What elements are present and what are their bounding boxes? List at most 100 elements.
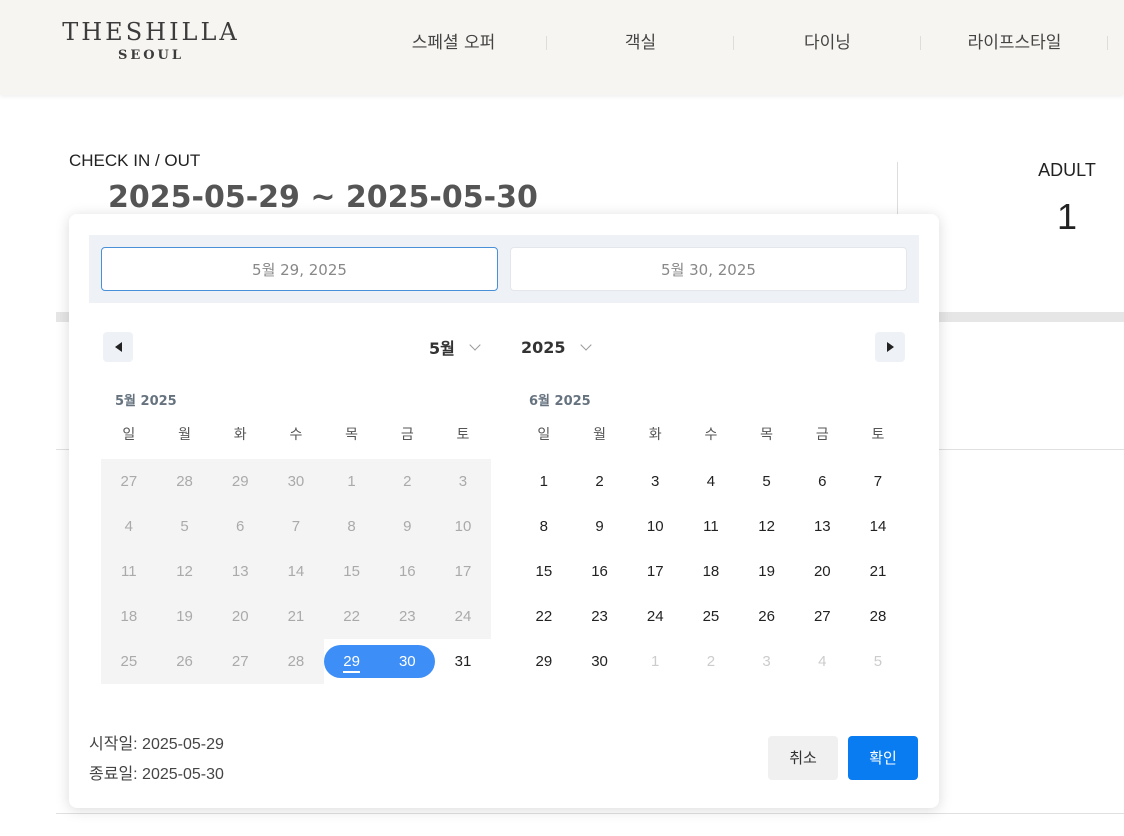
adult-label: ADULT	[1038, 160, 1096, 180]
calendar-day-label: 25	[120, 653, 138, 670]
calendar-day[interactable]: 30	[572, 639, 628, 684]
calendar-day: 27	[212, 639, 269, 684]
calendar-day-label: 3	[762, 653, 771, 670]
calendar-june: 일월화수목금토 1 2 3 4 5 6 7 8 9 10 11 12 13 14 15 16 17 18 19 20 2…	[516, 424, 906, 684]
end-date-summary: 종료일: 2025-05-30	[89, 766, 224, 783]
calendar-day[interactable]: 22	[516, 594, 572, 639]
calendar-day[interactable]: 8	[516, 504, 572, 549]
weekday-label: 월	[178, 427, 191, 443]
calendar-day[interactable]: 6	[794, 459, 850, 504]
month-title-june: 6월 2025	[529, 394, 591, 409]
calendar-day-label: 12	[758, 518, 775, 535]
calendar-day-label: 14	[869, 518, 887, 535]
calendar-day-label: 7	[291, 518, 301, 535]
start-date-field[interactable]: 5월 29, 2025	[101, 247, 498, 291]
calendar-day-label: 5	[180, 518, 189, 535]
calendar-day-label: 21	[869, 563, 887, 580]
calendar-day-label: 22	[535, 608, 553, 625]
calendar-day[interactable]: 2	[572, 459, 628, 504]
calendar-day-label: 14	[287, 563, 305, 580]
caret-right-icon	[886, 342, 894, 352]
calendar-day-label: 30	[287, 473, 305, 490]
calendar-day[interactable]: 18	[683, 549, 739, 594]
weekday-header: 일월화수목금토	[516, 424, 906, 451]
month-title-may: 5월 2025	[115, 394, 177, 409]
calendar-day[interactable]: 14	[850, 504, 906, 549]
month-select[interactable]: 5월	[429, 334, 481, 360]
calendar-day: 29	[212, 459, 269, 504]
calendar-day: 19	[156, 594, 213, 639]
calendar-day[interactable]: 29	[516, 639, 572, 684]
calendar-day[interactable]: 9	[572, 504, 628, 549]
nav-special-offer[interactable]: 스페셜 오퍼	[360, 30, 547, 56]
calendar-day[interactable]: 24	[627, 594, 683, 639]
calendar-day[interactable]: 15	[516, 549, 572, 594]
end-date-field[interactable]: 5월 30, 2025	[510, 247, 907, 291]
calendar-day[interactable]: 1	[516, 459, 572, 504]
calendar-day[interactable]: 5	[739, 459, 795, 504]
calendar-day-label: 13	[231, 563, 249, 580]
next-month-button[interactable]	[875, 332, 905, 362]
calendar-day[interactable]: 23	[572, 594, 628, 639]
nav-dining[interactable]: 다이닝	[734, 30, 921, 56]
calendar-day: 3	[739, 639, 795, 684]
calendar-day-label: 23	[398, 608, 416, 625]
weekday-label: 토	[456, 427, 470, 443]
calendar-day-label: 2	[706, 653, 716, 670]
confirm-button[interactable]: 확인	[848, 736, 918, 780]
calendar-day-label: 25	[702, 608, 720, 625]
calendar-day-label: 12	[176, 563, 193, 580]
calendar-day[interactable]: 25	[683, 594, 739, 639]
calendar-day[interactable]: 4	[683, 459, 739, 504]
divider	[56, 813, 1124, 814]
calendar-day: 2	[683, 639, 739, 684]
calendar-day-label: 23	[591, 608, 608, 625]
calendar-day: 5	[850, 639, 906, 684]
adult-count[interactable]: 1	[1010, 196, 1124, 238]
calendar-day[interactable]: 30	[379, 639, 435, 684]
calendar-day-label: 28	[869, 608, 887, 625]
calendar-day[interactable]: 17	[627, 549, 683, 594]
calendar-day[interactable]: 3	[627, 459, 683, 504]
calendar-day-label: 30	[591, 653, 608, 670]
day-grid: 27 28 29 30 1 2 3 4 5 6 7 8 9 10 11 12 13 14 15 16 17 18 19 20 2…	[101, 459, 491, 684]
calendar-day-label: 20	[231, 608, 249, 625]
calendar-day: 15	[323, 549, 380, 594]
year-select[interactable]: 2025	[521, 334, 592, 360]
logo[interactable]: THESHILLA SEOUL	[56, 18, 246, 63]
calendar-day[interactable]: 29	[323, 639, 380, 684]
calendar-day[interactable]: 12	[739, 504, 795, 549]
calendar-day[interactable]: 11	[683, 504, 739, 549]
calendar-day-label: 26	[758, 608, 775, 625]
calendar-day: 2	[379, 459, 436, 504]
calendar-day[interactable]: 28	[850, 594, 906, 639]
calendar-day[interactable]: 16	[572, 549, 628, 594]
calendar-day[interactable]: 27	[794, 594, 850, 639]
calendar-day[interactable]: 21	[850, 549, 906, 594]
prev-month-button[interactable]	[103, 332, 133, 362]
calendar-day-label: 6	[236, 518, 245, 535]
calendar-day-label: 31	[454, 653, 472, 670]
calendar-day: 25	[101, 639, 157, 684]
weekday-label: 목	[345, 427, 359, 443]
nav-lifestyle[interactable]: 라이프스타일	[921, 30, 1108, 56]
weekday-label: 화	[233, 427, 247, 443]
nav-rooms[interactable]: 객실	[547, 30, 734, 56]
calendar-day-label: 18	[702, 563, 720, 580]
calendar-day-label: 17	[454, 563, 472, 580]
calendar-day-label: 24	[646, 608, 664, 625]
calendar-day[interactable]: 26	[739, 594, 795, 639]
checkin-value[interactable]: 2025-05-29 ~ 2025-05-30	[108, 180, 538, 215]
calendar-day[interactable]: 7	[850, 459, 906, 504]
cancel-button[interactable]: 취소	[768, 736, 838, 780]
calendar-day: 1	[627, 639, 683, 684]
weekday-label: 금	[815, 427, 829, 443]
calendar-day: 24	[435, 594, 491, 639]
calendar-day[interactable]: 19	[739, 549, 795, 594]
calendar-day[interactable]: 10	[627, 504, 683, 549]
calendar-day[interactable]: 13	[794, 504, 850, 549]
calendar-day[interactable]: 20	[794, 549, 850, 594]
calendar-day[interactable]: 31	[435, 639, 491, 684]
main-nav: 스페셜 오퍼 객실 다이닝 라이프스타일	[360, 30, 1108, 56]
calendar-day: 8	[323, 504, 380, 549]
